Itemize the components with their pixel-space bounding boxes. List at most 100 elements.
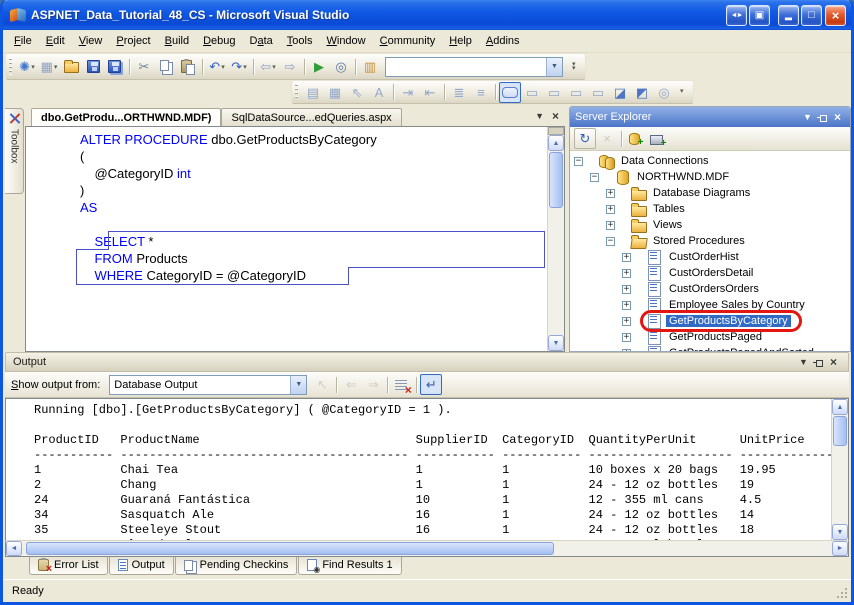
menu-addins[interactable]: Addins bbox=[479, 32, 527, 50]
scroll-up-button[interactable]: ▲ bbox=[832, 399, 848, 415]
output-source-combobox[interactable]: Database Output ▼ bbox=[109, 375, 307, 395]
chevron-down-icon[interactable]: ▼ bbox=[546, 58, 562, 76]
window-position-chevron-icon[interactable]: ▼ bbox=[800, 112, 815, 122]
tree-expander-plus-icon[interactable]: + bbox=[622, 317, 631, 326]
menu-tools[interactable]: Tools bbox=[280, 32, 320, 50]
scrollbar-track[interactable] bbox=[832, 415, 848, 524]
close-panel-icon[interactable]: × bbox=[830, 110, 845, 124]
chevron-down-icon[interactable]: ▾ bbox=[243, 63, 247, 71]
tree-item-employee-sales-by-country[interactable]: +Employee Sales by Country bbox=[570, 297, 850, 313]
sql-block-icon[interactable] bbox=[499, 82, 521, 103]
tree-item-custorderhist[interactable]: +CustOrderHist bbox=[570, 249, 850, 265]
paste-icon[interactable] bbox=[177, 56, 199, 77]
tree-item-database-diagrams[interactable]: +Database Diagrams bbox=[570, 185, 850, 201]
add-item-icon[interactable]: ▦▾ bbox=[38, 56, 60, 77]
verify-sql-icon[interactable]: ◩ bbox=[631, 82, 653, 103]
auto-hide-pin-icon[interactable] bbox=[811, 357, 826, 368]
new-website-icon[interactable]: ✺▾ bbox=[16, 56, 38, 77]
tree-expander-plus-icon[interactable]: + bbox=[622, 285, 631, 294]
clear-all-icon[interactable] bbox=[391, 374, 413, 395]
splitter-handle[interactable] bbox=[548, 127, 564, 135]
show-diagram-pane-icon[interactable]: ▤ bbox=[302, 82, 324, 103]
refresh-icon[interactable]: ↻ bbox=[574, 128, 596, 149]
tab-output[interactable]: Output bbox=[109, 557, 174, 575]
menu-build[interactable]: Build bbox=[158, 32, 196, 50]
scroll-up-button[interactable]: ▲ bbox=[548, 135, 564, 151]
window-position-chevron-icon[interactable]: ▼ bbox=[796, 357, 811, 367]
word-wrap-icon[interactable]: ↵ bbox=[420, 374, 442, 395]
menu-file[interactable]: File bbox=[7, 32, 39, 50]
toolbar-overflow-button[interactable]: ▾ bbox=[677, 90, 687, 94]
tree-item-custordersdetail[interactable]: +CustOrdersDetail bbox=[570, 265, 850, 281]
menu-view[interactable]: View bbox=[72, 32, 110, 50]
minimize-button[interactable]: ▂ bbox=[778, 5, 799, 26]
criteria-pane-icon[interactable]: ▭ bbox=[543, 82, 565, 103]
change-type-icon[interactable]: ▦ bbox=[324, 82, 346, 103]
toolbar-combobox[interactable]: ▼ bbox=[385, 57, 563, 77]
tree-item-views[interactable]: +Views bbox=[570, 217, 850, 233]
tab-error-list[interactable]: Error List bbox=[29, 557, 108, 575]
redo-icon[interactable]: ↷▾ bbox=[228, 56, 250, 77]
tree-expander-plus-icon[interactable]: + bbox=[622, 349, 631, 352]
toolbar-grip[interactable] bbox=[295, 84, 298, 99]
scroll-left-button[interactable]: ◄ bbox=[6, 541, 22, 556]
tree-item-getproductspagedandsorted[interactable]: +GetProductsPagedAndSorted bbox=[570, 345, 850, 351]
server-explorer-header[interactable]: Server Explorer ▼ × bbox=[570, 107, 850, 127]
tree-item-data-connections[interactable]: −Data Connections bbox=[570, 153, 850, 169]
output-header[interactable]: Output ▼ × bbox=[5, 352, 849, 372]
code-editor[interactable]: ALTER PROCEDURE dbo.GetProductsByCategor… bbox=[25, 126, 565, 352]
save-icon[interactable] bbox=[82, 56, 104, 77]
chevron-down-icon[interactable]: ▼ bbox=[290, 376, 306, 394]
show-criteria-icon[interactable]: ◎ bbox=[653, 82, 675, 103]
close-button[interactable]: × bbox=[825, 5, 846, 26]
tree-expander-plus-icon[interactable]: + bbox=[606, 189, 615, 198]
output-horizontal-scrollbar[interactable]: ◄ ► bbox=[5, 540, 849, 557]
pointer-icon[interactable]: ⇖ bbox=[346, 82, 368, 103]
tree-item-tables[interactable]: +Tables bbox=[570, 201, 850, 217]
resize-grip[interactable] bbox=[845, 596, 847, 598]
tab-pending-checkins[interactable]: Pending Checkins bbox=[175, 557, 298, 575]
undo-icon[interactable]: ↶▾ bbox=[206, 56, 228, 77]
menu-project[interactable]: Project bbox=[109, 32, 157, 50]
window-menu-button[interactable]: ▣ bbox=[749, 5, 770, 26]
titlebar[interactable]: ASPNET_Data_Tutorial_48_CS - Microsoft V… bbox=[3, 0, 851, 30]
output-text[interactable]: Running [dbo].[GetProductsByCategory] ( … bbox=[6, 399, 831, 540]
chevron-down-icon[interactable]: ▾ bbox=[31, 63, 35, 71]
tree-expander-minus-icon[interactable]: − bbox=[606, 237, 615, 246]
tree-item-custordersorders[interactable]: +CustOrdersOrders bbox=[570, 281, 850, 297]
execute-query-icon[interactable]: ◪ bbox=[609, 82, 631, 103]
find-in-files-icon[interactable]: ◎ bbox=[330, 56, 352, 77]
tree-expander-plus-icon[interactable]: + bbox=[606, 205, 615, 214]
menu-edit[interactable]: Edit bbox=[39, 32, 72, 50]
chevron-down-icon[interactable]: ▾ bbox=[221, 63, 225, 71]
chevron-down-icon[interactable]: ▾ bbox=[54, 63, 58, 71]
comment-lines-icon[interactable]: ≣ bbox=[448, 82, 470, 103]
chevron-down-icon[interactable]: ▾ bbox=[272, 63, 276, 71]
tab-sqldatasource-page[interactable]: SqlDataSource...edQueries.aspx bbox=[221, 108, 401, 126]
copy-icon[interactable] bbox=[155, 56, 177, 77]
tree-expander-plus-icon[interactable]: + bbox=[622, 333, 631, 342]
menu-window[interactable]: Window bbox=[319, 32, 372, 50]
tab-stored-procedure[interactable]: dbo.GetProdu...ORTHWND.MDF) bbox=[31, 108, 221, 126]
document-list-chevron-icon[interactable]: ▼ bbox=[535, 112, 544, 121]
toolbox-tab[interactable]: Toolbox bbox=[5, 108, 24, 194]
tree-expander-plus-icon[interactable]: + bbox=[622, 253, 631, 262]
cut-icon[interactable]: ✂ bbox=[133, 56, 155, 77]
tree-expander-minus-icon[interactable]: − bbox=[574, 157, 583, 166]
auto-hide-pin-icon[interactable] bbox=[815, 112, 830, 123]
scroll-down-button[interactable]: ▼ bbox=[832, 524, 848, 540]
scrollbar-thumb[interactable] bbox=[549, 152, 563, 208]
pan-tabs-button[interactable]: ◄► bbox=[726, 5, 747, 26]
output-content[interactable]: Running [dbo].[GetProductsByCategory] ( … bbox=[5, 398, 849, 540]
diagram-pane-icon[interactable]: ▭ bbox=[521, 82, 543, 103]
scroll-down-button[interactable]: ▼ bbox=[548, 335, 564, 351]
menu-help[interactable]: Help bbox=[442, 32, 479, 50]
decrease-indent-icon[interactable]: ⇤ bbox=[419, 82, 441, 103]
toolbar-overflow-button[interactable]: ▾▾ bbox=[569, 63, 579, 71]
find-symbol-icon[interactable]: A bbox=[368, 82, 390, 103]
save-all-icon[interactable] bbox=[104, 56, 126, 77]
scrollbar-track[interactable] bbox=[548, 151, 564, 335]
tree-item-getproductspaged[interactable]: +GetProductsPaged bbox=[570, 329, 850, 345]
menu-debug[interactable]: Debug bbox=[196, 32, 242, 50]
menu-community[interactable]: Community bbox=[373, 32, 443, 50]
